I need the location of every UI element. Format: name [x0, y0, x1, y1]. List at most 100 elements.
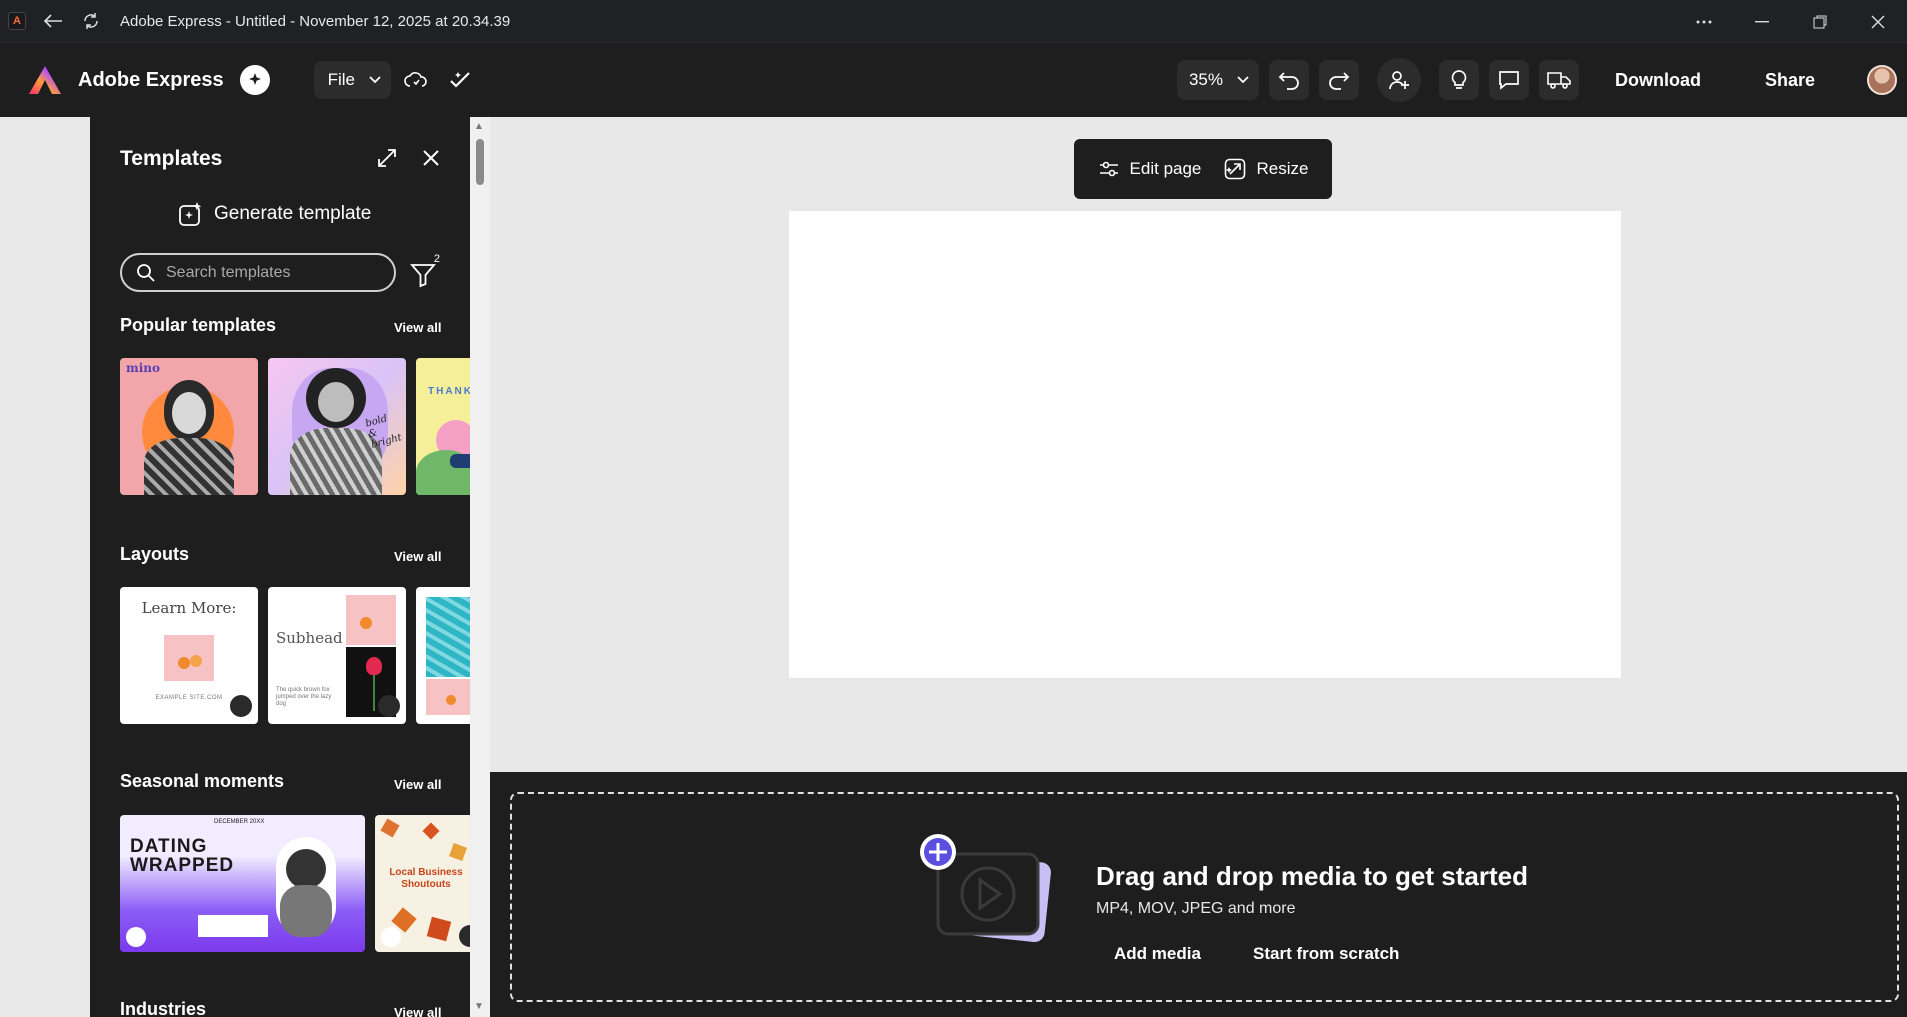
- thumb-text: DATING WRAPPED: [130, 836, 235, 876]
- delivery-truck-icon: [1547, 72, 1571, 89]
- file-label: File: [327, 70, 356, 89]
- filter-button[interactable]: 2: [408, 253, 442, 291]
- ideas-button[interactable]: [1438, 60, 1479, 100]
- brand-name: Adobe Express: [78, 68, 224, 91]
- download-button[interactable]: Download: [1615, 70, 1701, 91]
- seasonal-thumbnail[interactable]: DECEMBER 20XX DATING WRAPPED: [120, 815, 365, 952]
- thumb-text: Learn More:: [141, 599, 237, 617]
- thumb-text: DECEMBER 20XX: [214, 819, 265, 825]
- panel-scrollbar[interactable]: ▲ ▼: [470, 117, 490, 1017]
- search-input[interactable]: [166, 263, 366, 282]
- design-page[interactable]: [789, 211, 1621, 678]
- thumb-text: Subhead: [276, 629, 343, 647]
- filter-icon: [410, 264, 436, 288]
- view-all-seasonal[interactable]: View all: [394, 777, 441, 792]
- ai-sparkle-icon[interactable]: [239, 65, 270, 95]
- back-arrow-icon[interactable]: [38, 6, 68, 36]
- resize-label: Resize: [1256, 159, 1309, 178]
- undo-button[interactable]: [1268, 60, 1309, 100]
- section-title-industries: Industries: [120, 999, 207, 1017]
- scroll-down-icon[interactable]: ▼: [474, 1001, 484, 1012]
- close-icon[interactable]: [417, 144, 445, 172]
- chevron-down-icon: [1237, 76, 1249, 84]
- redo-button[interactable]: [1318, 60, 1359, 100]
- refresh-icon[interactable]: [76, 6, 106, 36]
- edit-page-label: Edit page: [1129, 159, 1202, 178]
- window-titlebar: A Adobe Express - Untitled - November 12…: [0, 0, 1907, 43]
- start-from-scratch-button[interactable]: Start from scratch: [1253, 944, 1399, 964]
- comment-icon: [1499, 71, 1519, 90]
- thumb-text: Local Business Shoutouts: [389, 867, 463, 890]
- adobe-express-logo-icon: [29, 66, 61, 94]
- thumb-text: THANK: [428, 386, 470, 397]
- chevron-down-icon: [369, 76, 381, 84]
- thumb-text: The quick brown fox jumped over the lazy…: [276, 687, 332, 707]
- app-logo-icon: A: [8, 12, 26, 30]
- invite-user-button[interactable]: [1376, 58, 1421, 102]
- file-menu-button[interactable]: File: [313, 61, 392, 99]
- check-spark-icon[interactable]: [441, 61, 479, 99]
- share-button[interactable]: Share: [1765, 70, 1815, 91]
- search-icon: [137, 263, 155, 282]
- restore-icon[interactable]: [1791, 0, 1849, 43]
- avatar[interactable]: [1867, 65, 1897, 95]
- zoom-dropdown[interactable]: 35%: [1176, 60, 1259, 100]
- minimize-icon[interactable]: [1733, 0, 1791, 43]
- premium-crown-icon: [230, 695, 252, 717]
- lightbulb-icon: [1451, 70, 1467, 89]
- redo-icon: [1329, 72, 1350, 90]
- section-title-layouts: Layouts: [120, 544, 190, 564]
- template-thumbnail[interactable]: mino: [120, 358, 258, 495]
- window-title: Adobe Express - Untitled - November 12, …: [120, 12, 511, 30]
- resize-icon: [1225, 158, 1246, 180]
- template-thumbnail[interactable]: THANK: [416, 358, 470, 495]
- filter-count: 2: [433, 253, 440, 265]
- thumb-text: bold & bright: [364, 413, 404, 451]
- page-toolbar: Edit page Resize: [1074, 139, 1332, 199]
- scroll-thumb[interactable]: [476, 139, 484, 185]
- layout-thumbnail[interactable]: Subhead The quick brown fox jumped over …: [268, 587, 406, 724]
- layout-thumbnail[interactable]: [416, 587, 470, 724]
- schedule-button[interactable]: [1538, 60, 1579, 100]
- view-all-popular[interactable]: View all: [394, 320, 441, 335]
- canvas-area: Edit page Resize: [490, 117, 1907, 772]
- layout-thumbnail[interactable]: Learn More: EXAMPLE SITE.COM: [120, 587, 258, 724]
- add-user-icon: [1389, 71, 1409, 90]
- drop-title: Drag and drop media to get started: [1096, 861, 1528, 891]
- add-media-button[interactable]: Add media: [1114, 944, 1201, 964]
- generate-template-button[interactable]: Generate template: [178, 201, 371, 227]
- drop-zone[interactable]: Drag and drop media to get started MP4, …: [510, 792, 1899, 1002]
- brand[interactable]: Adobe Express: [28, 65, 270, 95]
- premium-crown-icon: [378, 695, 400, 717]
- undo-icon: [1278, 72, 1299, 90]
- media-upload-icon: [920, 834, 1051, 943]
- multi-page-icon: [381, 927, 401, 947]
- left-rail: [0, 117, 90, 1017]
- section-title-seasonal: Seasonal moments: [120, 771, 285, 791]
- comments-button[interactable]: [1488, 60, 1529, 100]
- drop-subtitle: MP4, MOV, JPEG and more: [1096, 900, 1296, 917]
- thumb-text: mino: [126, 361, 160, 375]
- scroll-up-icon[interactable]: ▲: [474, 121, 484, 132]
- cloud-sync-icon[interactable]: [397, 61, 435, 99]
- app-header: Adobe Express File 35% Download Share: [0, 43, 1907, 117]
- search-box[interactable]: [120, 253, 396, 292]
- edit-page-button[interactable]: Edit page: [1098, 159, 1202, 179]
- sliders-icon: [1099, 161, 1118, 177]
- templates-panel: Templates Generate template 2 Popular te…: [90, 117, 470, 1017]
- view-all-industries[interactable]: View all: [394, 1005, 441, 1017]
- resize-button[interactable]: Resize: [1224, 158, 1308, 180]
- seasonal-thumbnail[interactable]: Local Business Shoutouts: [375, 815, 470, 952]
- ai-generate-icon: [179, 202, 202, 226]
- expand-icon[interactable]: [373, 144, 401, 172]
- template-thumbnail[interactable]: bold & bright: [268, 358, 406, 495]
- zoom-value: 35%: [1188, 70, 1223, 89]
- premium-crown-icon: [459, 925, 470, 947]
- media-drop-area: Drag and drop media to get started MP4, …: [490, 772, 1907, 1017]
- close-window-icon[interactable]: [1849, 0, 1907, 43]
- section-title-popular: Popular templates: [120, 315, 277, 335]
- panel-title: Templates: [120, 147, 223, 170]
- more-options-icon[interactable]: [1675, 0, 1733, 43]
- view-all-layouts[interactable]: View all: [394, 549, 441, 564]
- multi-page-icon: [126, 927, 146, 947]
